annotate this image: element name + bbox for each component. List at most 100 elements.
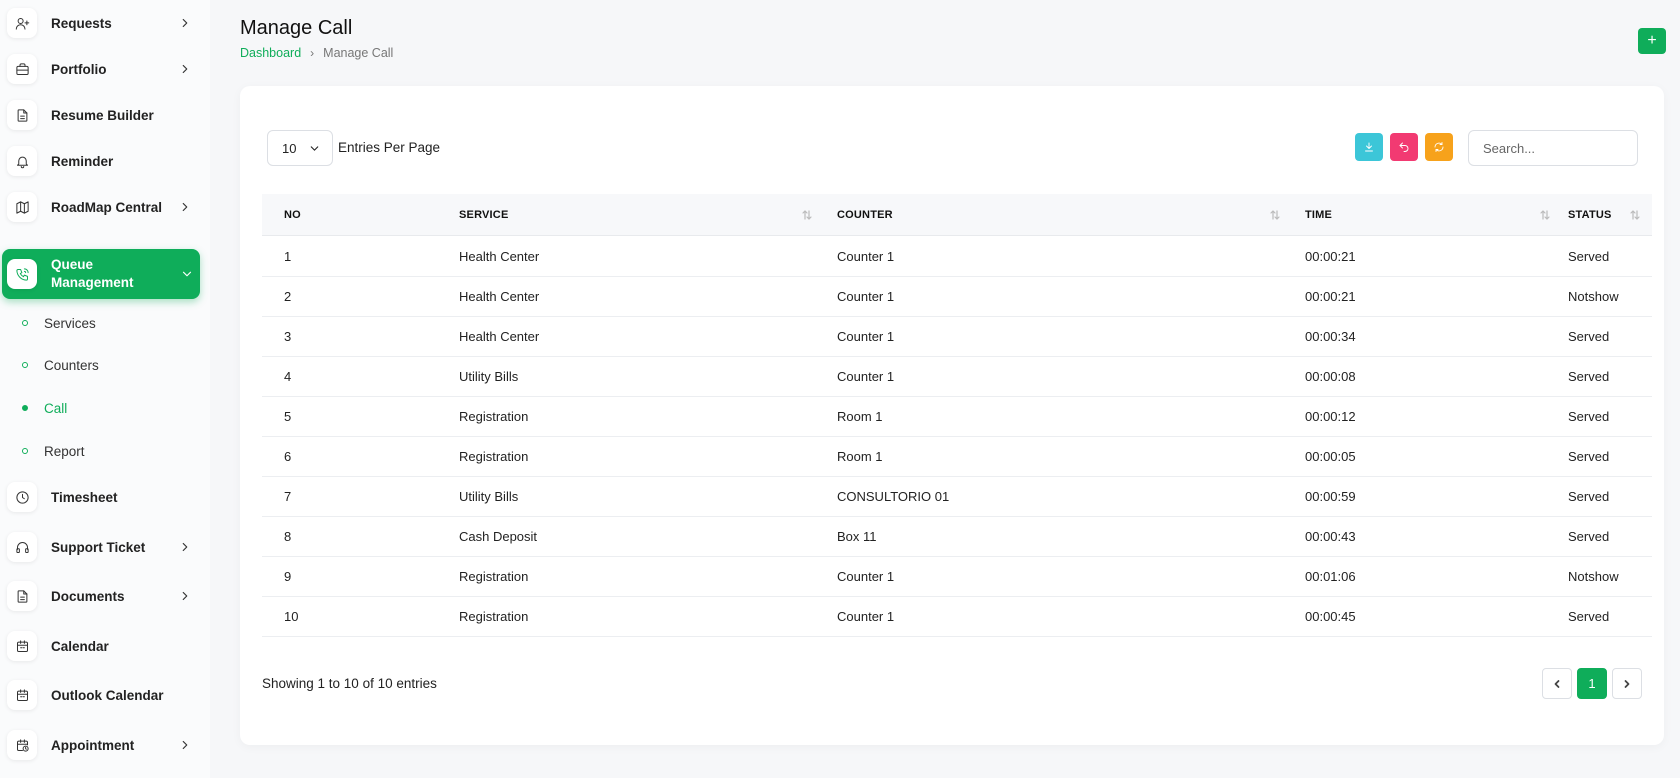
pagination-info: Showing 1 to 10 of 10 entries — [262, 676, 437, 691]
file-icon — [7, 581, 37, 611]
page-title: Manage Call — [240, 17, 353, 39]
table-row: 2 Health Center Counter 1 00:00:21 Notsh… — [262, 277, 1652, 317]
cell-time: 00:00:21 — [1305, 289, 1356, 304]
cell-time: 00:00:43 — [1305, 529, 1356, 544]
sidebar-item-requests[interactable]: Requests — [0, 0, 200, 46]
refresh-icon — [1434, 142, 1444, 152]
map-icon — [7, 192, 37, 222]
calls-card: 10 Entries Per Page NO SERVICE COUNTER T… — [240, 86, 1664, 745]
sidebar-item-queue-management[interactable]: Queue Management — [2, 249, 200, 299]
file-icon — [7, 100, 37, 130]
sidebar-item-label: RoadMap Central — [51, 199, 163, 215]
cell-no: 6 — [284, 449, 292, 464]
cell-status: Served — [1568, 409, 1610, 424]
sidebar-item-calendar[interactable]: Calendar — [0, 623, 200, 669]
cell-service: Cash Deposit — [459, 529, 538, 544]
cell-counter: Counter 1 — [837, 569, 895, 584]
sidebar-item-roadmap-central[interactable]: RoadMap Central — [0, 184, 200, 230]
sidebar-item-reminder[interactable]: Reminder — [0, 138, 200, 184]
sidebar-subitem-call[interactable]: Call — [0, 393, 200, 423]
cell-service: Registration — [459, 409, 529, 424]
sidebar-subitem-report[interactable]: Report — [0, 436, 200, 466]
refresh-button[interactable] — [1425, 133, 1453, 161]
sidebar-item-outlook-calendar[interactable]: Outlook Calendar — [0, 672, 200, 718]
search-input[interactable] — [1468, 130, 1638, 166]
cell-status: Notshow — [1568, 569, 1619, 584]
sidebar-item-appointment[interactable]: Appointment — [0, 722, 200, 768]
column-header-service[interactable]: SERVICE — [459, 194, 509, 236]
back-button[interactable] — [1390, 133, 1418, 161]
cell-service: Utility Bills — [459, 489, 519, 504]
cell-counter: CONSULTORIO 01 — [837, 489, 950, 504]
cell-time: 00:00:45 — [1305, 609, 1356, 624]
breadcrumb-dashboard-link[interactable]: Dashboard — [240, 46, 301, 60]
sidebar-item-support-ticket[interactable]: Support Ticket — [0, 524, 200, 570]
sort-icon[interactable] — [1540, 209, 1550, 221]
bullet-icon — [22, 405, 28, 411]
column-header-time[interactable]: TIME — [1305, 194, 1332, 236]
chevron-down-icon — [180, 267, 194, 281]
entries-per-page-label: Entries Per Page — [338, 140, 441, 155]
calendar-icon — [7, 631, 37, 661]
sort-icon[interactable] — [1630, 209, 1640, 221]
table-row: 7 Utility Bills CONSULTORIO 01 00:00:59 … — [262, 477, 1652, 517]
cell-status: Served — [1568, 449, 1610, 464]
cell-counter: Counter 1 — [837, 609, 895, 624]
sidebar-subitem-label: Services — [44, 315, 96, 331]
next-page-button[interactable] — [1612, 668, 1642, 699]
cell-no: 8 — [284, 529, 292, 544]
cell-time: 00:00:21 — [1305, 249, 1356, 264]
column-header-no[interactable]: NO — [284, 194, 301, 236]
cell-time: 00:00:34 — [1305, 329, 1356, 344]
cell-no: 7 — [284, 489, 292, 504]
sidebar-subitem-label: Report — [44, 443, 85, 459]
cell-status: Served — [1568, 489, 1610, 504]
cell-counter: Counter 1 — [837, 249, 895, 264]
bell-icon — [7, 146, 37, 176]
sidebar-item-timesheet[interactable]: Timesheet — [0, 474, 200, 520]
cell-no: 10 — [284, 609, 299, 624]
sidebar-item-portfolio[interactable]: Portfolio — [0, 46, 200, 92]
breadcrumb-current: Manage Call — [323, 46, 394, 60]
chevron-right-icon: › — [310, 46, 315, 60]
sort-icon[interactable] — [1270, 209, 1280, 221]
cell-status: Notshow — [1568, 289, 1619, 304]
cell-time: 00:00:08 — [1305, 369, 1356, 384]
cell-time: 00:00:59 — [1305, 489, 1356, 504]
cell-service: Health Center — [459, 249, 540, 264]
add-call-button[interactable]: + — [1638, 28, 1666, 54]
chevron-down-icon — [308, 142, 321, 155]
cell-time: 00:00:05 — [1305, 449, 1356, 464]
cell-service: Registration — [459, 449, 529, 464]
chevron-right-icon — [178, 200, 192, 214]
entries-per-page-select[interactable]: 10 — [267, 130, 333, 166]
cell-time: 00:00:12 — [1305, 409, 1356, 424]
cell-counter: Room 1 — [837, 449, 883, 464]
cell-no: 2 — [284, 289, 292, 304]
sidebar-item-documents[interactable]: Documents — [0, 573, 200, 619]
table-row: 9 Registration Counter 1 00:01:06 Notsho… — [262, 557, 1652, 597]
table-row: 6 Registration Room 1 00:00:05 Served — [262, 437, 1652, 477]
column-header-status[interactable]: STATUS — [1568, 194, 1612, 236]
sidebar-subitem-counters[interactable]: Counters — [0, 350, 200, 380]
sidebar-item-label: Requests — [51, 15, 112, 31]
sort-icon[interactable] — [802, 209, 812, 221]
cell-service: Health Center — [459, 329, 540, 344]
sidebar: Requests Portfolio Resume Builder Remind… — [0, 0, 210, 778]
chevron-right-icon — [178, 62, 192, 76]
sidebar-subitem-services[interactable]: Services — [0, 308, 200, 338]
sidebar-item-label: Support Ticket — [51, 539, 146, 555]
cell-service: Health Center — [459, 289, 540, 304]
export-button[interactable] — [1355, 133, 1383, 161]
prev-page-button[interactable] — [1542, 668, 1572, 699]
column-header-counter[interactable]: COUNTER — [837, 194, 893, 236]
cell-status: Served — [1568, 329, 1610, 344]
entries-value: 10 — [282, 140, 297, 156]
sidebar-item-resume-builder[interactable]: Resume Builder — [0, 92, 200, 138]
page-1-button[interactable]: 1 — [1577, 668, 1607, 699]
phone-call-icon — [7, 259, 37, 289]
cell-status: Served — [1568, 249, 1610, 264]
table-row: 8 Cash Deposit Box 11 00:00:43 Served — [262, 517, 1652, 557]
table-row: 5 Registration Room 1 00:00:12 Served — [262, 397, 1652, 437]
chevron-right-icon — [178, 540, 192, 554]
